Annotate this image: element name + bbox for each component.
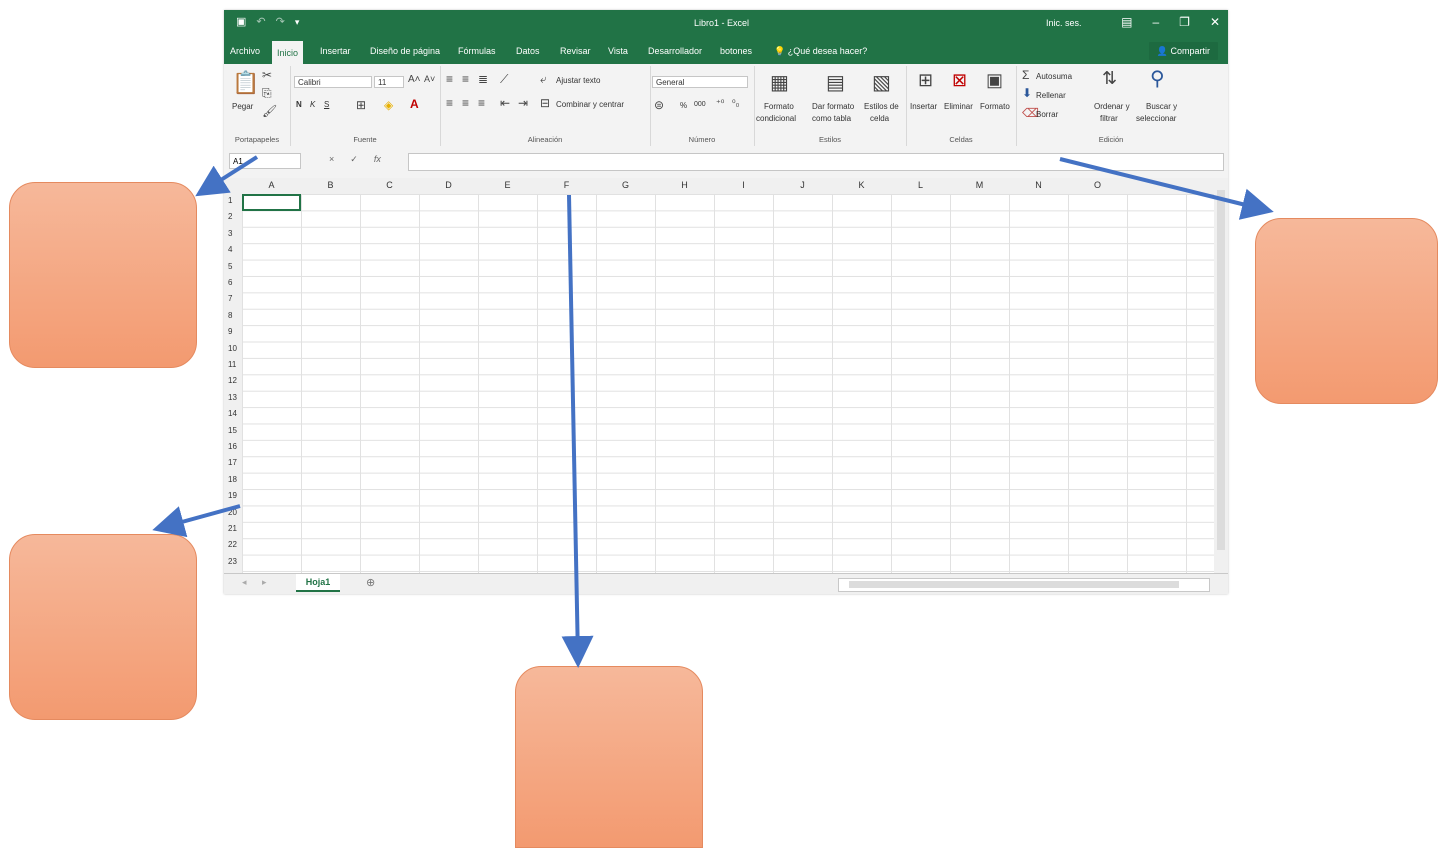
arrow-to-formula-bar: [1059, 157, 1274, 220]
arrow-to-row-headers: [152, 504, 241, 538]
arrow-to-name-box: [195, 155, 259, 197]
arrow-to-column: [561, 194, 594, 668]
annotation-arrows: [152, 155, 1274, 668]
